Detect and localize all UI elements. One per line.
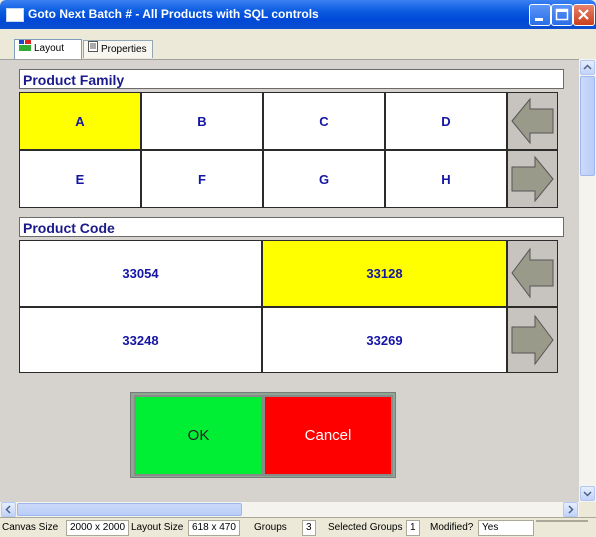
status-bar: Canvas Size 2000 x 2000 Layout Size 618 … (0, 517, 596, 537)
code-next-button[interactable] (507, 307, 558, 373)
code-button-33054[interactable]: 33054 (19, 240, 262, 307)
scrollbar-corner (579, 502, 596, 517)
arrow-left-icon (511, 97, 554, 145)
tab-layout[interactable]: Layout (14, 39, 82, 59)
window-title: Goto Next Batch # - All Products with SQ… (28, 7, 319, 21)
family-prev-button[interactable] (507, 92, 558, 150)
selected-groups-value: 1 (406, 520, 420, 536)
chevron-left-icon (5, 505, 11, 514)
canvas-size-value: 2000 x 2000 (66, 520, 130, 536)
family-next-button[interactable] (507, 150, 558, 208)
minimize-icon (535, 18, 543, 21)
chevron-right-icon (568, 505, 574, 514)
layout-icon (19, 40, 31, 57)
layout-canvas[interactable]: Product Family A B C D E F G H Product C… (0, 59, 579, 503)
scroll-left-button[interactable] (1, 502, 16, 517)
family-button-a[interactable]: A (19, 92, 141, 150)
arrow-right-icon (511, 155, 554, 203)
modified-value: Yes (478, 520, 534, 536)
close-icon (578, 9, 589, 20)
chevron-down-icon (583, 491, 592, 497)
minimize-button[interactable] (529, 4, 551, 26)
tab-properties[interactable]: Properties (83, 40, 153, 58)
vertical-scrollbar[interactable] (579, 59, 596, 502)
window-icon (6, 8, 24, 22)
title-bar: Goto Next Batch # - All Products with SQ… (0, 0, 596, 29)
maximize-button[interactable] (551, 4, 573, 26)
family-button-e[interactable]: E (19, 150, 141, 208)
chevron-up-icon (583, 64, 592, 70)
family-button-d[interactable]: D (385, 92, 507, 150)
tab-bar: Layout Properties (0, 29, 596, 59)
cancel-button[interactable]: Cancel (263, 395, 393, 476)
tab-properties-label: Properties (101, 44, 147, 56)
layout-size-label: Layout Size (131, 522, 184, 533)
layout-size-value: 618 x 470 (188, 520, 240, 536)
maximize-icon (555, 8, 569, 21)
close-button[interactable] (573, 4, 595, 26)
arrow-left-icon (511, 247, 554, 299)
properties-icon (88, 41, 98, 58)
scroll-down-button[interactable] (580, 486, 595, 501)
selected-groups-label: Selected Groups (328, 522, 403, 533)
product-code-title: Product Code (19, 217, 564, 237)
code-button-33269[interactable]: 33269 (262, 307, 507, 373)
family-button-b[interactable]: B (141, 92, 263, 150)
family-button-f[interactable]: F (141, 150, 263, 208)
horizontal-scrollbar[interactable] (0, 502, 579, 517)
family-button-c[interactable]: C (263, 92, 385, 150)
vertical-scroll-thumb[interactable] (580, 76, 595, 176)
status-panel-empty (536, 520, 588, 522)
code-button-33248[interactable]: 33248 (19, 307, 262, 373)
family-button-h[interactable]: H (385, 150, 507, 208)
ok-button[interactable]: OK (134, 395, 263, 476)
code-button-33128[interactable]: 33128 (262, 240, 507, 307)
horizontal-scroll-thumb[interactable] (17, 503, 242, 516)
tab-layout-label: Layout (34, 43, 65, 55)
scroll-up-button[interactable] (580, 60, 595, 75)
arrow-right-icon (511, 314, 554, 366)
modified-label: Modified? (430, 522, 474, 533)
canvas-size-label: Canvas Size (2, 522, 59, 533)
scroll-right-button[interactable] (563, 502, 578, 517)
family-button-g[interactable]: G (263, 150, 385, 208)
groups-value: 3 (302, 520, 316, 536)
code-prev-button[interactable] (507, 240, 558, 307)
product-family-title: Product Family (19, 69, 564, 89)
groups-label: Groups (254, 522, 287, 533)
